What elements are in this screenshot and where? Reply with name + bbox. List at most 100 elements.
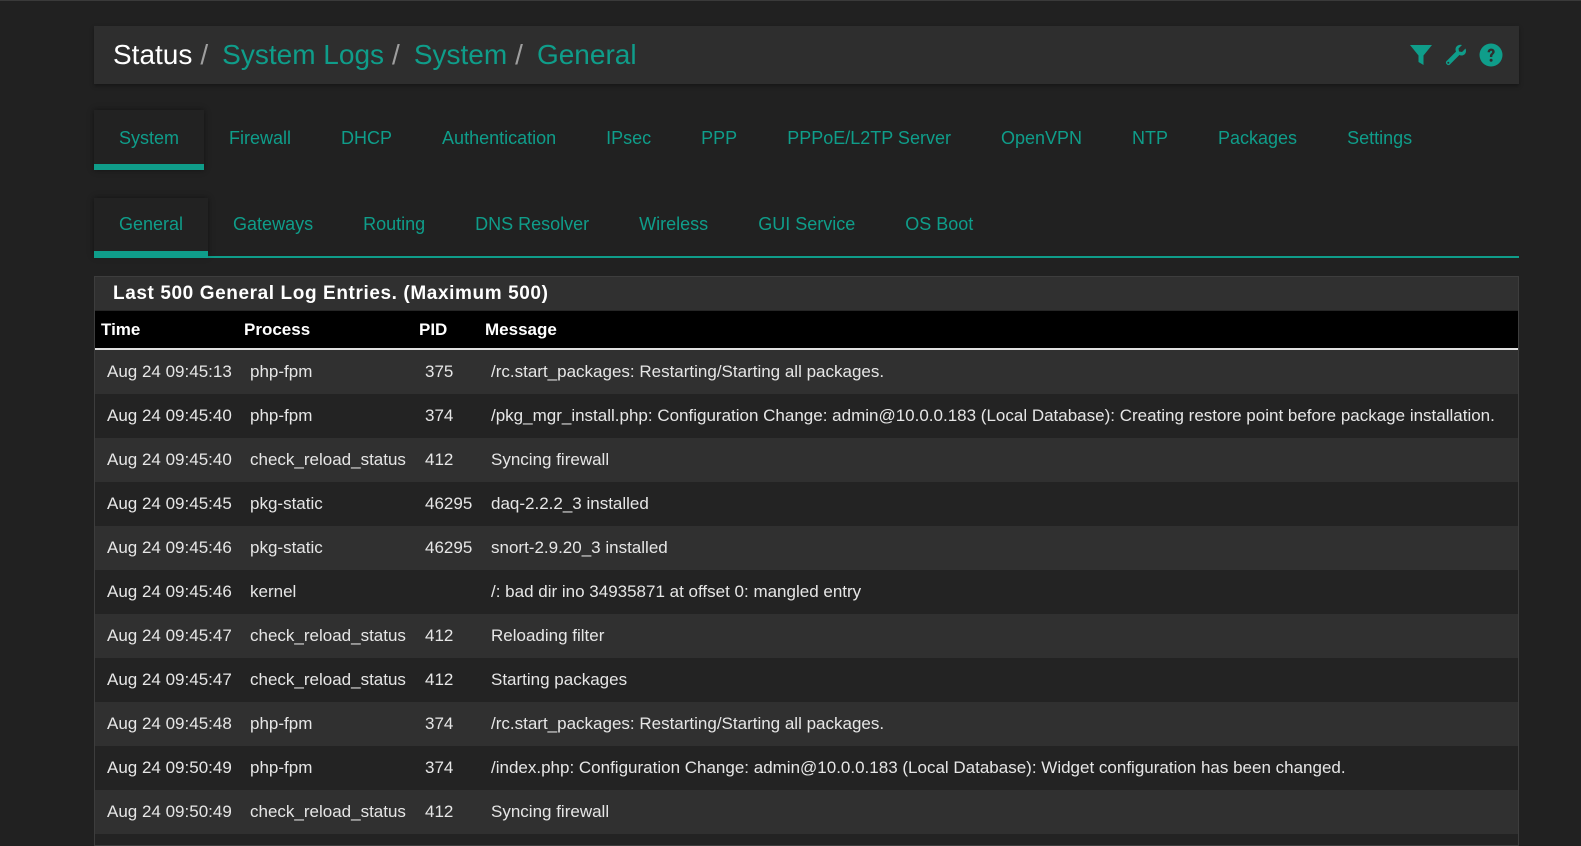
cell-time: Aug 24 09:45:46 xyxy=(95,570,238,614)
cell-process: check_reload_status xyxy=(238,614,413,658)
cell-message: /rc.start_packages: Restarting/Starting … xyxy=(479,702,1518,746)
cell-time: Aug 24 09:45:46 xyxy=(95,526,238,570)
subtab-general[interactable]: General xyxy=(94,198,209,258)
column-header-time[interactable]: Time xyxy=(95,311,238,350)
cell-pid: 412 xyxy=(413,790,479,834)
cell-pid: 375 xyxy=(413,349,479,394)
page-header: Status / System Logs / System / General xyxy=(94,26,1519,84)
table-row: Aug 24 09:45:46 kernel /: bad dir ino 3493… xyxy=(95,570,1518,614)
subtab-wireless[interactable]: Wireless xyxy=(614,198,733,256)
subtab-gui-service[interactable]: GUI Service xyxy=(733,198,880,256)
cell-time xyxy=(95,834,238,845)
table-row: Aug 24 09:45:40 php-fpm 374/pkg_mgr_instal… xyxy=(95,394,1518,438)
table-header-row: Time Process PID Message xyxy=(95,311,1518,350)
table-row: Aug 24 09:45:47 check_reload_status 412 Rel… xyxy=(95,614,1518,658)
table-row: Aug 24 09:45:48 php-fpm 374/rc.start_packa… xyxy=(95,702,1518,746)
breadcrumb-root: Status xyxy=(113,39,193,70)
panel-title: Last 500 General Log Entries. (Maximum 5… xyxy=(95,277,1518,311)
tab-ntp[interactable]: NTP xyxy=(1107,110,1193,170)
cell-pid xyxy=(413,570,479,614)
cell-time: Aug 24 09:45:47 xyxy=(95,614,238,658)
table-row: Aug 24 09:50:49 check_reload_status 412 Syn… xyxy=(95,790,1518,834)
cell-pid: 374 xyxy=(413,394,479,438)
breadcrumb-separator: / xyxy=(392,39,400,70)
table-row: Aug 24 09:50:49 php-fpm 374/index.php: Con… xyxy=(95,746,1518,790)
subtab-os-boot[interactable]: OS Boot xyxy=(880,198,998,256)
secondary-tabs: General Gateways Routing DNS Resolver Wi… xyxy=(94,198,1519,258)
cell-pid: 412 xyxy=(413,438,479,482)
breadcrumb-system[interactable]: System xyxy=(414,41,507,69)
cell-time: Aug 24 09:45:48 xyxy=(95,702,238,746)
table-row xyxy=(95,834,1518,845)
cell-time: Aug 24 09:45:40 xyxy=(95,438,238,482)
cell-process xyxy=(238,834,413,845)
cell-message xyxy=(479,834,1518,845)
help-icon[interactable] xyxy=(1478,43,1503,68)
cell-time: Aug 24 09:45:13 xyxy=(95,349,238,394)
breadcrumb-general[interactable]: General xyxy=(537,41,637,69)
cell-message: /: bad dir ino 34935871 at offset 0: man… xyxy=(479,570,1518,614)
cell-pid: 374 xyxy=(413,746,479,790)
breadcrumb-separator: / xyxy=(515,39,523,70)
header-actions xyxy=(1408,26,1503,84)
table-row: Aug 24 09:45:13 php-fpm 375/rc.start_packa… xyxy=(95,349,1518,394)
breadcrumb-system-logs[interactable]: System Logs xyxy=(222,41,384,69)
cell-pid: 46295 xyxy=(413,482,479,526)
cell-message: /index.php: Configuration Change: admin@… xyxy=(479,746,1518,790)
cell-process: check_reload_status xyxy=(238,790,413,834)
cell-time: Aug 24 09:45:47 xyxy=(95,658,238,702)
cell-pid xyxy=(413,834,479,845)
column-header-message[interactable]: Message xyxy=(479,311,1518,350)
tab-ppp[interactable]: PPP xyxy=(676,110,762,170)
cell-process: php-fpm xyxy=(238,702,413,746)
subtab-gateways[interactable]: Gateways xyxy=(208,198,338,256)
cell-process: check_reload_status xyxy=(238,438,413,482)
cell-pid: 46295 xyxy=(413,526,479,570)
tab-dhcp[interactable]: DHCP xyxy=(316,110,417,170)
tab-authentication[interactable]: Authentication xyxy=(417,110,581,170)
cell-time: Aug 24 09:50:49 xyxy=(95,790,238,834)
cell-pid: 374 xyxy=(413,702,479,746)
cell-message: Starting packages xyxy=(479,658,1518,702)
breadcrumb-separator: / xyxy=(200,39,209,70)
tab-openvpn[interactable]: OpenVPN xyxy=(976,110,1107,170)
column-header-pid[interactable]: PID xyxy=(413,311,479,350)
tab-settings[interactable]: Settings xyxy=(1322,110,1437,170)
cell-process: pkg-static xyxy=(238,482,413,526)
cell-process: php-fpm xyxy=(238,394,413,438)
tab-packages[interactable]: Packages xyxy=(1193,110,1322,170)
log-table-body: Aug 24 09:45:13 php-fpm 375/rc.start_packa… xyxy=(95,349,1518,845)
cell-message: daq-2.2.2_3 installed xyxy=(479,482,1518,526)
cell-process: check_reload_status xyxy=(238,658,413,702)
cell-message: snort-2.9.20_3 installed xyxy=(479,526,1518,570)
column-header-process[interactable]: Process xyxy=(238,311,413,350)
cell-message: Reloading filter xyxy=(479,614,1518,658)
wrench-icon[interactable] xyxy=(1443,43,1468,68)
cell-time: Aug 24 09:45:45 xyxy=(95,482,238,526)
cell-process: pkg-static xyxy=(238,526,413,570)
log-table: Time Process PID Message Aug 24 09:45:13… xyxy=(95,311,1518,845)
tab-system[interactable]: System xyxy=(94,110,205,170)
cell-pid: 412 xyxy=(413,658,479,702)
cell-process: php-fpm xyxy=(238,746,413,790)
cell-message: /rc.start_packages: Restarting/Starting … xyxy=(479,349,1518,394)
subtab-routing[interactable]: Routing xyxy=(338,198,450,256)
filter-icon[interactable] xyxy=(1408,43,1433,68)
cell-pid: 412 xyxy=(413,614,479,658)
cell-message: Syncing firewall xyxy=(479,790,1518,834)
tab-ipsec[interactable]: IPsec xyxy=(581,110,676,170)
cell-message: /pkg_mgr_install.php: Configuration Chan… xyxy=(479,394,1518,438)
tab-pppoe-l2tp-server[interactable]: PPPoE/L2TP Server xyxy=(762,110,976,170)
table-row: Aug 24 09:45:40 check_reload_status 412 Syn… xyxy=(95,438,1518,482)
cell-time: Aug 24 09:50:49 xyxy=(95,746,238,790)
subtab-dns-resolver[interactable]: DNS Resolver xyxy=(450,198,614,256)
table-row: Aug 24 09:45:45 pkg-static 46295 daq-2.2.2_… xyxy=(95,482,1518,526)
cell-process: php-fpm xyxy=(238,349,413,394)
log-panel: Last 500 General Log Entries. (Maximum 5… xyxy=(94,276,1519,846)
primary-tabs: System Firewall DHCP Authentication IPse… xyxy=(94,110,1519,170)
cell-process: kernel xyxy=(238,570,413,614)
table-row: Aug 24 09:45:46 pkg-static 46295 snort-2.9.… xyxy=(95,526,1518,570)
cell-time: Aug 24 09:45:40 xyxy=(95,394,238,438)
table-row: Aug 24 09:45:47 check_reload_status 412 Sta… xyxy=(95,658,1518,702)
tab-firewall[interactable]: Firewall xyxy=(204,110,316,170)
